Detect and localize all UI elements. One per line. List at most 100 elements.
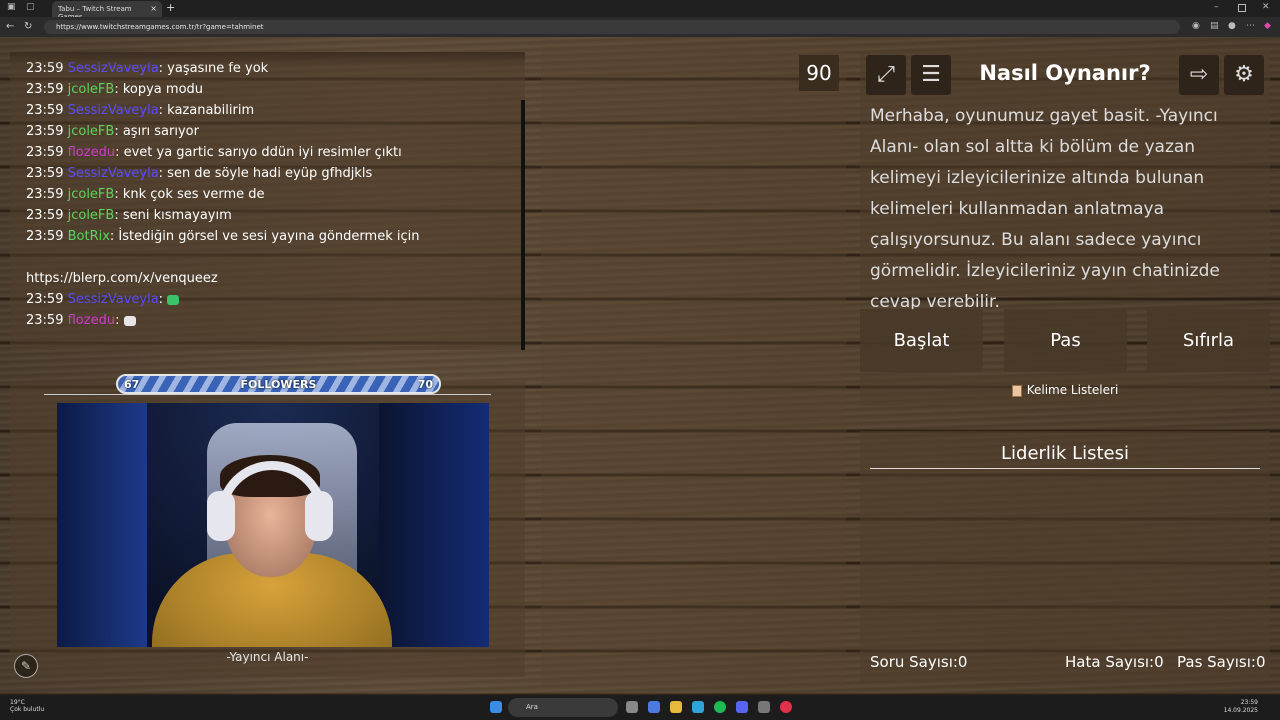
error-count: Hata Sayısı:0 (1065, 653, 1164, 671)
chat-message: 23:59 SessizVaveyla: sen de söyle hadi e… (26, 163, 509, 184)
address-bar-row: ← ↻ https://www.twitchstreamgames.com.tr… (0, 17, 1280, 37)
tab-actions-icon[interactable]: ▢ (26, 2, 35, 12)
settings-icon[interactable]: ⚙ (1224, 55, 1264, 95)
minimize-icon[interactable]: – (1214, 2, 1219, 12)
chat-message: 23:59 SessizVaveyla: (26, 289, 509, 310)
chat-message: 23:59 jcoleFB: seni kısmayayım (26, 205, 509, 226)
followers-goal-bar: 67 FOLLOWERS 70 (116, 374, 441, 394)
new-tab-icon[interactable]: + (166, 1, 175, 14)
close-tab-icon[interactable]: × (150, 4, 157, 13)
weather-text: Çok bulutlu (10, 706, 45, 713)
chat-time: 23:59 (26, 166, 64, 181)
followers-goal: 70 (417, 378, 433, 391)
browser-menu-icon[interactable]: ▣ (7, 2, 16, 12)
timer: 90 (799, 55, 839, 91)
word-lists-button[interactable]: Kelime Listeleri (860, 375, 1270, 406)
taskbar-search[interactable]: Ara (508, 698, 618, 717)
chat-username[interactable]: jcoleFB (68, 187, 115, 202)
exit-icon[interactable]: ⇨ (1179, 55, 1219, 95)
chat-text: : aşırı sarıyor (114, 124, 199, 139)
search-label: Ara (526, 703, 538, 711)
question-count: Soru Sayısı:0 (870, 653, 968, 671)
chat-message: 23:59 flozedu: (26, 310, 509, 331)
chat-time: 23:59 (26, 82, 64, 97)
spotify-icon[interactable] (714, 701, 726, 713)
chat-text: : kopya modu (114, 82, 204, 97)
chat-fade (10, 52, 525, 66)
chat-text: : knk çok ses verme de (114, 187, 265, 202)
chat-username[interactable]: flozedu (68, 313, 115, 328)
chat-link-line[interactable]: https://blerp.com/x/venqueez (26, 268, 509, 289)
chat-scrollbar[interactable] (521, 100, 525, 350)
chat-message: 23:59 jcoleFB: kopya modu (26, 79, 509, 100)
chat-time: 23:59 (26, 103, 64, 118)
chat-text: : sen de söyle hadi eyüp gfhdjkls (158, 166, 373, 181)
chat-time: 23:59 (26, 145, 64, 160)
chat-username[interactable]: flozedu (68, 145, 115, 160)
chat-username[interactable]: BotRix (68, 229, 110, 244)
start-button[interactable]: Başlat (860, 309, 983, 372)
maximize-icon[interactable] (1238, 4, 1246, 12)
steam-icon[interactable] (758, 701, 770, 713)
chat-time: 23:59 (26, 187, 64, 202)
chat-message: 23:59 jcoleFB: aşırı sarıyor (26, 121, 509, 142)
obs-icon[interactable] (780, 701, 792, 713)
copilot-taskbar-icon[interactable] (648, 701, 660, 713)
chat-text: : seni kısmayayım (114, 208, 232, 223)
extensions-icon[interactable]: ◉ (1192, 21, 1200, 31)
file-explorer-icon[interactable] (670, 701, 682, 713)
refresh-icon[interactable]: ↻ (24, 21, 32, 32)
pass-count: Pas Sayısı:0 (1177, 653, 1266, 671)
followers-label: FOLLOWERS (240, 378, 317, 391)
game-page: 23:59 SessizVaveyla: yaşasıne fe yok 23:5… (0, 37, 1280, 695)
chat-time: 23:59 (26, 292, 64, 307)
clock[interactable]: 23:59 14.09.2025 (1224, 699, 1258, 715)
chat-time: 23:59 (26, 208, 64, 223)
more-icon[interactable]: ⋯ (1246, 21, 1255, 31)
clock-time: 23:59 (1240, 699, 1258, 706)
discord-icon[interactable] (736, 701, 748, 713)
sidebar-icon[interactable]: ▤ (1210, 21, 1219, 31)
how-to-play-panel: ⤢ ☰ Nasıl Oynanır? ⇨ ⚙ Merhaba, oyunumuz… (860, 51, 1270, 312)
chat-time: 23:59 (26, 229, 64, 244)
clock-date: 14.09.2025 (1223, 707, 1258, 714)
chat-username[interactable]: SessizVaveyla (68, 166, 159, 181)
close-window-icon[interactable]: ✕ (1262, 2, 1270, 12)
chat-username[interactable]: SessizVaveyla (68, 292, 159, 307)
reset-button[interactable]: Sıfırla (1147, 309, 1270, 372)
weather-temp: 19°C (10, 699, 25, 706)
weather-widget[interactable]: 19°C Çok bulutlu (10, 699, 44, 713)
start-icon[interactable] (490, 701, 502, 713)
emote-icon (167, 294, 180, 305)
divider (870, 468, 1260, 469)
task-view-icon[interactable] (626, 701, 638, 713)
chat-message: 23:59 SessizVaveyla: kazanabilirim (26, 100, 509, 121)
edge-icon[interactable] (692, 701, 704, 713)
chat-message: 23:59 flozedu: evet ya gartic sarıyo ddü… (26, 142, 509, 163)
divider (44, 394, 491, 395)
leaderboard-panel: Liderlik Listesi Soru Sayısı:0 Hata Sayı… (860, 431, 1270, 681)
chat-text: : evet ya gartic sarıyo ddün iyi resimle… (115, 145, 402, 160)
leaderboard-title: Liderlik Listesi (1001, 443, 1129, 464)
copilot-icon[interactable]: ◆ (1264, 21, 1271, 31)
profile-icon[interactable]: ● (1228, 21, 1236, 31)
chat-text: : (115, 313, 124, 328)
chat-message: 23:59 BotRix: İstediğin görsel ve sesi y… (26, 226, 509, 247)
notebook-icon (1011, 384, 1022, 397)
url-field[interactable]: https://www.twitchstreamgames.com.tr/tr?… (44, 20, 1180, 34)
chat-text: : İstediğin görsel ve sesi yayına gönder… (109, 229, 420, 244)
pencil-icon[interactable]: ✎ (14, 654, 38, 678)
chat-username[interactable]: SessizVaveyla (68, 103, 159, 118)
game-area (541, 46, 846, 686)
chat-username[interactable]: jcoleFB (68, 82, 115, 97)
streamer-area-caption: -Yayıncı Alanı- (226, 650, 309, 664)
chat-username[interactable]: jcoleFB (68, 124, 115, 139)
chat-username[interactable]: jcoleFB (68, 208, 115, 223)
chat-text: : (158, 292, 168, 307)
back-icon[interactable]: ← (6, 21, 14, 32)
pass-button[interactable]: Pas (1004, 309, 1127, 372)
browser-titlebar: ▣ ▢ Tabu – Twitch Stream Games × + – ✕ (0, 0, 1280, 21)
chat-time: 23:59 (26, 313, 64, 328)
browser-tab[interactable]: Tabu – Twitch Stream Games × (52, 1, 162, 21)
chat-text: : kazanabilirim (158, 103, 255, 118)
